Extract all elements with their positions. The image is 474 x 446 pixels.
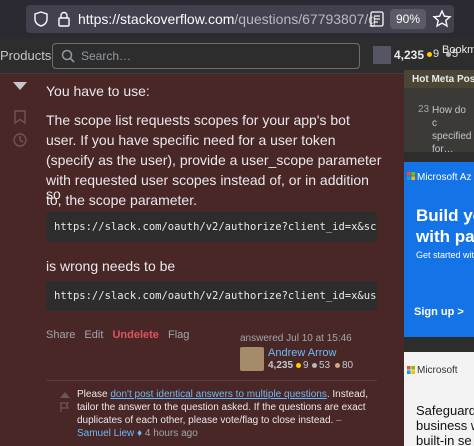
url-text[interactable]: https://stackoverflow.com/questions/6779… [78, 11, 376, 27]
lock-icon[interactable] [58, 11, 70, 27]
gold-badge-count: 9 [303, 360, 309, 371]
code-block: https://slack.com/oauth/v2/authorize?cli… [46, 281, 377, 311]
ad-brand: Microsoft Az [417, 172, 472, 183]
answer-paragraph: so [46, 186, 61, 202]
bookmark-icon[interactable] [14, 110, 26, 124]
bronze-badge-icon [335, 363, 340, 368]
comment-link[interactable]: don't post identical answers to multiple… [110, 389, 326, 400]
avatar[interactable] [373, 46, 391, 64]
bookmarks-label[interactable]: Bookma [442, 44, 474, 56]
microsoft-logo-icon [407, 172, 415, 180]
answer-paragraph: is wrong needs to be [46, 258, 176, 274]
comment-flag-icon[interactable] [60, 402, 70, 412]
search-input[interactable]: Search… [52, 43, 360, 69]
silver-badge-icon [312, 363, 317, 368]
reputation-count: 4,235 [394, 48, 425, 62]
hot-meta-posts-title: Hot Meta Posts [412, 74, 474, 85]
gold-badge-icon [427, 52, 432, 57]
history-icon[interactable] [12, 132, 28, 148]
browser-toolbar: https://stackoverflow.com/questions/6779… [0, 0, 474, 38]
url-bar[interactable]: https://stackoverflow.com/questions/6779… [26, 5, 454, 33]
author-name-link[interactable]: Andrew Arrow [268, 347, 336, 359]
comment-upvote-icon[interactable] [60, 392, 70, 398]
ad-headline: Safeguard business w built-in se [416, 403, 474, 446]
ad-brand: Microsoft [417, 365, 458, 376]
ad-headline: Build youwith pay [416, 206, 474, 246]
undelete-link[interactable]: Undelete [112, 329, 158, 341]
code-block: https://slack.com/oauth/v2/authorize?cli… [46, 212, 377, 242]
comment-author-link[interactable]: Samuel Liew [77, 428, 134, 439]
share-link[interactable]: Share [46, 329, 75, 341]
edit-link[interactable]: Edit [84, 329, 103, 341]
gold-badge-icon [296, 363, 301, 368]
ad-signup-button[interactable]: Sign up > [414, 306, 464, 318]
author-reputation: 4,235 [268, 360, 294, 371]
site-header: Products Search… 4,235 9 5 [0, 38, 474, 74]
bronze-badge-count: 80 [342, 360, 354, 371]
comment: Please don't post identical answers to m… [77, 388, 377, 440]
gold-badge-count: 9 [433, 48, 440, 60]
comment-text: Please [77, 389, 111, 400]
comment-separator: – [333, 415, 342, 426]
comment-timestamp[interactable]: 4 hours ago [142, 428, 198, 439]
microsoft-logo-icon [407, 366, 415, 374]
answer-paragraph: You have to use: [46, 83, 150, 99]
downvote-icon[interactable] [12, 80, 28, 92]
bookmark-star-icon[interactable] [432, 9, 452, 29]
meta-post-count: 23 [418, 104, 430, 115]
answer-paragraph: The scope list requests scopes for your … [46, 112, 382, 208]
zoom-level-badge[interactable]: 90% [390, 9, 426, 29]
shield-icon[interactable] [34, 11, 48, 27]
ad-subtext: Get started with [416, 250, 474, 260]
divider [46, 380, 377, 381]
post-actions: Share Edit Undelete Flag [46, 329, 195, 341]
reader-view-icon[interactable] [370, 11, 384, 27]
flag-link[interactable]: Flag [168, 329, 189, 341]
meta-post-link[interactable]: How do c specified for… [432, 104, 472, 156]
answered-timestamp[interactable]: answered Jul 10 at 15:46 [240, 333, 352, 344]
silver-badge-count: 53 [319, 360, 331, 371]
search-placeholder: Search… [81, 49, 132, 63]
products-menu[interactable]: Products [0, 48, 51, 63]
avatar[interactable] [240, 347, 264, 371]
search-icon [61, 49, 75, 63]
